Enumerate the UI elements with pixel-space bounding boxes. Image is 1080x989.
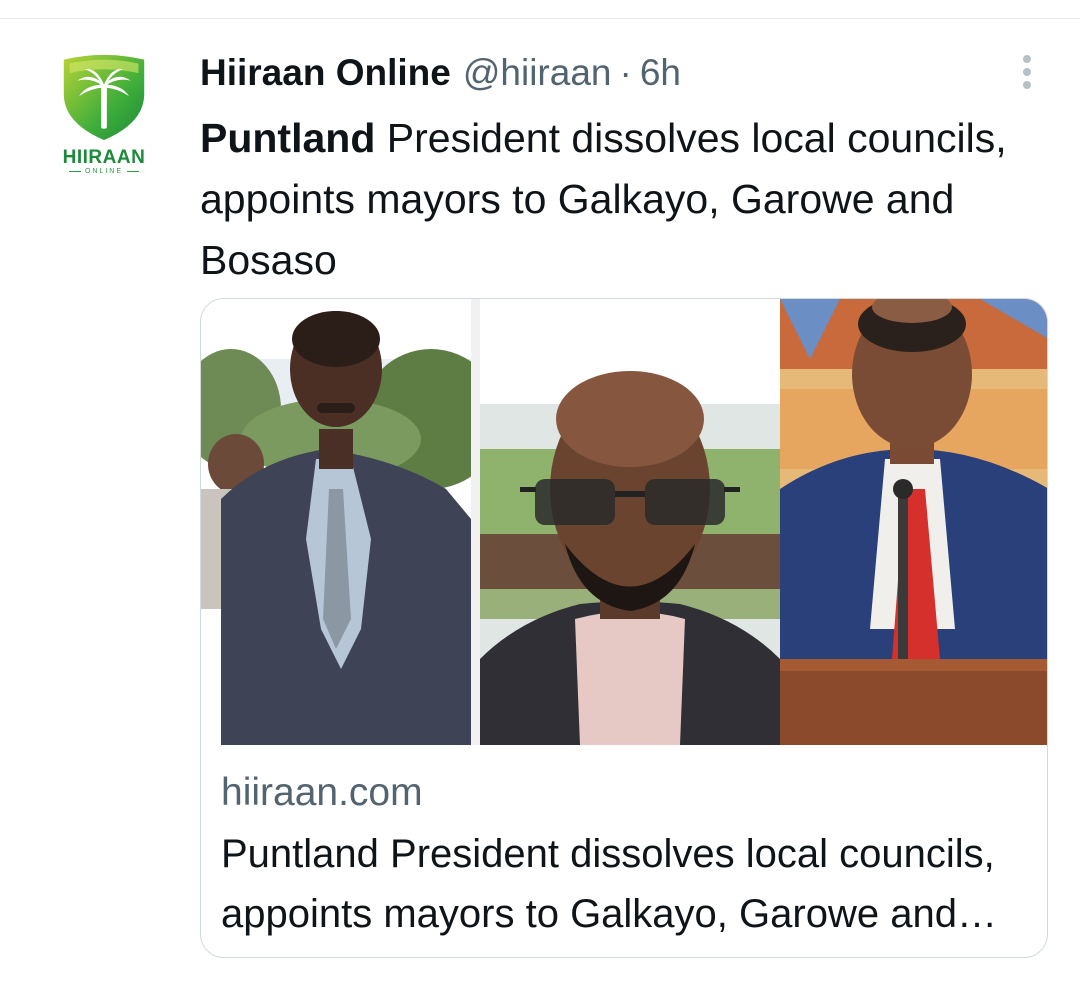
author-handle[interactable]: @hiiraan bbox=[463, 52, 612, 94]
tweet-header: Hiiraan Online @hiiraan · 6h bbox=[200, 52, 681, 98]
tweet-text-bold: Puntland bbox=[200, 115, 376, 161]
avatar[interactable]: HIIRAAN ONLINE bbox=[35, 38, 173, 188]
header-separator: · bbox=[619, 52, 632, 93]
author-display-name[interactable]: Hiiraan Online bbox=[200, 52, 451, 94]
tweet-text: Puntland President dissolves local counc… bbox=[200, 108, 1030, 291]
card-photo-1 bbox=[201, 299, 471, 745]
avatar-brand-subtext: ONLINE bbox=[68, 168, 140, 175]
card-photo-2 bbox=[480, 299, 780, 745]
card-photo-3 bbox=[780, 299, 1047, 745]
avatar-brand-text: HIIRAAN bbox=[62, 147, 146, 168]
card-title: Puntland President dissolves local counc… bbox=[221, 832, 995, 936]
card-image[interactable] bbox=[201, 299, 1047, 745]
top-divider bbox=[0, 18, 1080, 19]
tweet-timestamp[interactable]: 6h bbox=[640, 52, 681, 94]
link-card[interactable]: hiiraan.com Puntland President dissolves… bbox=[200, 298, 1048, 958]
more-options-icon[interactable] bbox=[1015, 55, 1039, 89]
palm-shield-logo-icon bbox=[63, 54, 145, 141]
card-domain: hiiraan.com bbox=[221, 771, 423, 814]
